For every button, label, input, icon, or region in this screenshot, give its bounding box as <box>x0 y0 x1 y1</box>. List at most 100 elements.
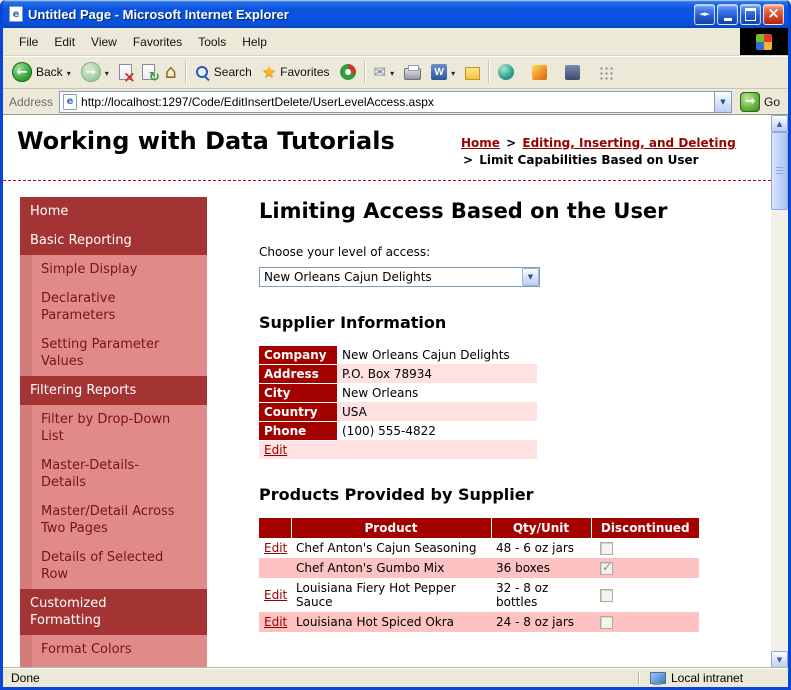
title-bar[interactable]: Untitled Page - Microsoft Internet Explo… <box>3 0 788 28</box>
supplier-field-value: New Orleans Cajun Delights <box>342 348 510 363</box>
favorites-star-icon <box>262 64 276 80</box>
sidebar-item-format-colors[interactable]: Format Colors <box>32 634 207 664</box>
product-column-header: Product <box>291 517 492 538</box>
back-button[interactable]: Back <box>7 58 76 86</box>
table-row: Company New Orleans Cajun Delights <box>259 345 537 365</box>
supplier-field-label: Phone <box>259 421 337 441</box>
scroll-down-button[interactable] <box>771 651 788 668</box>
breadcrumb: Home > Editing, Inserting, and Deleting … <box>461 127 753 170</box>
addon-button-2[interactable] <box>527 61 552 84</box>
chevron-down-icon[interactable] <box>522 267 539 286</box>
discontinued-column-header: Discontinued <box>591 517 699 538</box>
menu-edit[interactable]: Edit <box>46 31 83 53</box>
table-row: Country USA <box>259 402 537 422</box>
home-button[interactable] <box>160 60 182 84</box>
access-level-label: Choose your level of access: <box>259 244 431 259</box>
supplier-field-value: USA <box>342 404 367 419</box>
addon-button-4[interactable] <box>593 61 618 84</box>
table-row: Edit Louisiana Hot Spiced Okra 24 - 8 oz… <box>259 611 699 632</box>
toolbar-separator <box>184 61 187 83</box>
chevron-down-icon[interactable] <box>390 63 394 81</box>
addon-button-3[interactable] <box>560 61 585 84</box>
throbber <box>740 28 788 55</box>
chevron-down-icon[interactable] <box>67 63 71 81</box>
security-zone: Local intranet <box>640 671 788 685</box>
ie-window: Untitled Page - Microsoft Internet Explo… <box>0 0 791 690</box>
addon-dark-icon <box>565 64 581 80</box>
edit-with-word-button[interactable] <box>426 59 460 85</box>
toolbar-separator <box>488 61 491 83</box>
sidebar-item-filtering-reports[interactable]: Filtering Reports <box>20 375 207 405</box>
main-content: Limiting Access Based on the User Choose… <box>207 181 771 640</box>
breadcrumb-separator: > <box>463 153 474 168</box>
supplier-edit-row: Edit <box>259 440 537 459</box>
refresh-button[interactable] <box>137 60 160 85</box>
stop-button[interactable] <box>114 60 137 86</box>
product-name-cell: Louisiana Hot Spiced Okra <box>296 614 455 629</box>
sidebar-nav: Home Basic Reporting Simple Display Decl… <box>20 196 207 668</box>
history-button[interactable] <box>335 60 361 84</box>
web-page: Working with Data Tutorials Home > Editi… <box>3 115 771 668</box>
sidebar-item-basic-reporting[interactable]: Basic Reporting <box>20 225 207 255</box>
breadcrumb-link-home[interactable]: Home <box>461 136 500 150</box>
edit-supplier-link[interactable]: Edit <box>264 443 287 457</box>
address-input[interactable]: http://localhost:1297/Code/EditInsertDel… <box>59 90 732 113</box>
menu-tools[interactable]: Tools <box>190 31 234 53</box>
products-table: Product Qty/Unit Discontinued Edit Chef … <box>259 517 699 632</box>
scrollbar-track[interactable] <box>771 132 788 651</box>
minimize-button[interactable] <box>717 3 738 25</box>
table-row: Chef Anton's Gumbo Mix 36 boxes <box>259 557 699 578</box>
chevron-down-icon[interactable] <box>451 63 455 81</box>
back-icon <box>12 62 32 82</box>
menu-favorites[interactable]: Favorites <box>125 31 190 53</box>
mail-button[interactable] <box>369 59 400 85</box>
supplier-field-value: (100) 555-4822 <box>342 423 436 438</box>
toolbar-separator <box>363 61 366 83</box>
page-header: Working with Data Tutorials Home > Editi… <box>3 115 771 181</box>
sidebar-item-customized-formatting[interactable]: Customized Formatting <box>20 588 207 635</box>
table-row: City New Orleans <box>259 383 537 403</box>
addon-button-1[interactable] <box>493 60 519 84</box>
sidebar-item-filter-by-drop-down-list[interactable]: Filter by Drop-Down List <box>32 404 207 451</box>
access-level-select[interactable]: New Orleans Cajun Delights <box>259 266 540 287</box>
breadcrumb-link-editing-inserting-deleting[interactable]: Editing, Inserting, and Deleting <box>522 136 735 150</box>
maximize-button[interactable] <box>740 3 761 25</box>
scroll-up-button[interactable] <box>771 115 788 132</box>
browser-viewport: Working with Data Tutorials Home > Editi… <box>3 115 788 668</box>
forward-button[interactable] <box>76 58 114 86</box>
sidebar-item-simple-display[interactable]: Simple Display <box>32 254 207 284</box>
supplier-field-label: City <box>259 383 337 403</box>
sidebar-item-declarative-parameters[interactable]: Declarative Parameters <box>32 283 207 330</box>
scrollbar-thumb[interactable] <box>771 132 788 210</box>
address-dropdown-button[interactable] <box>713 91 731 112</box>
sidebar-item-setting-parameter-values[interactable]: Setting Parameter Values <box>32 329 207 376</box>
table-row: Phone (100) 555-4822 <box>259 421 537 441</box>
edit-column-header <box>259 517 292 538</box>
close-button[interactable] <box>763 3 784 25</box>
discontinued-checkbox <box>600 588 613 602</box>
menu-view[interactable]: View <box>83 31 125 53</box>
chevron-down-icon[interactable] <box>105 63 109 81</box>
product-name-cell: Louisiana Fiery Hot Pepper Sauce <box>296 580 456 609</box>
sidebar-item-master-detail-across-two-pages[interactable]: Master/Detail Across Two Pages <box>32 496 207 543</box>
forward-icon <box>80 62 101 82</box>
vertical-scrollbar[interactable] <box>771 115 788 668</box>
sidebar-item-home[interactable]: Home <box>20 196 207 226</box>
edit-product-link[interactable]: Edit <box>264 588 287 602</box>
qty-column-header: Qty/Unit <box>491 517 592 538</box>
left-right-arrows-button[interactable] <box>694 3 715 25</box>
edit-product-link[interactable]: Edit <box>264 541 287 555</box>
menu-help[interactable]: Help <box>234 31 275 53</box>
search-button[interactable]: Search <box>190 61 257 84</box>
windows-logo-icon <box>756 33 772 50</box>
favorites-button[interactable]: Favorites <box>257 60 335 84</box>
discuss-button[interactable] <box>460 61 485 84</box>
edit-product-link[interactable]: Edit <box>264 615 287 629</box>
print-button[interactable] <box>399 61 426 84</box>
address-label: Address <box>9 94 54 109</box>
print-icon <box>404 64 422 80</box>
sidebar-item-details-of-selected-row[interactable]: Details of Selected Row <box>32 542 207 589</box>
sidebar-item-master-details-details[interactable]: Master-Details-Details <box>32 450 207 497</box>
go-button[interactable]: Go <box>738 91 782 112</box>
menu-file[interactable]: File <box>11 31 46 53</box>
